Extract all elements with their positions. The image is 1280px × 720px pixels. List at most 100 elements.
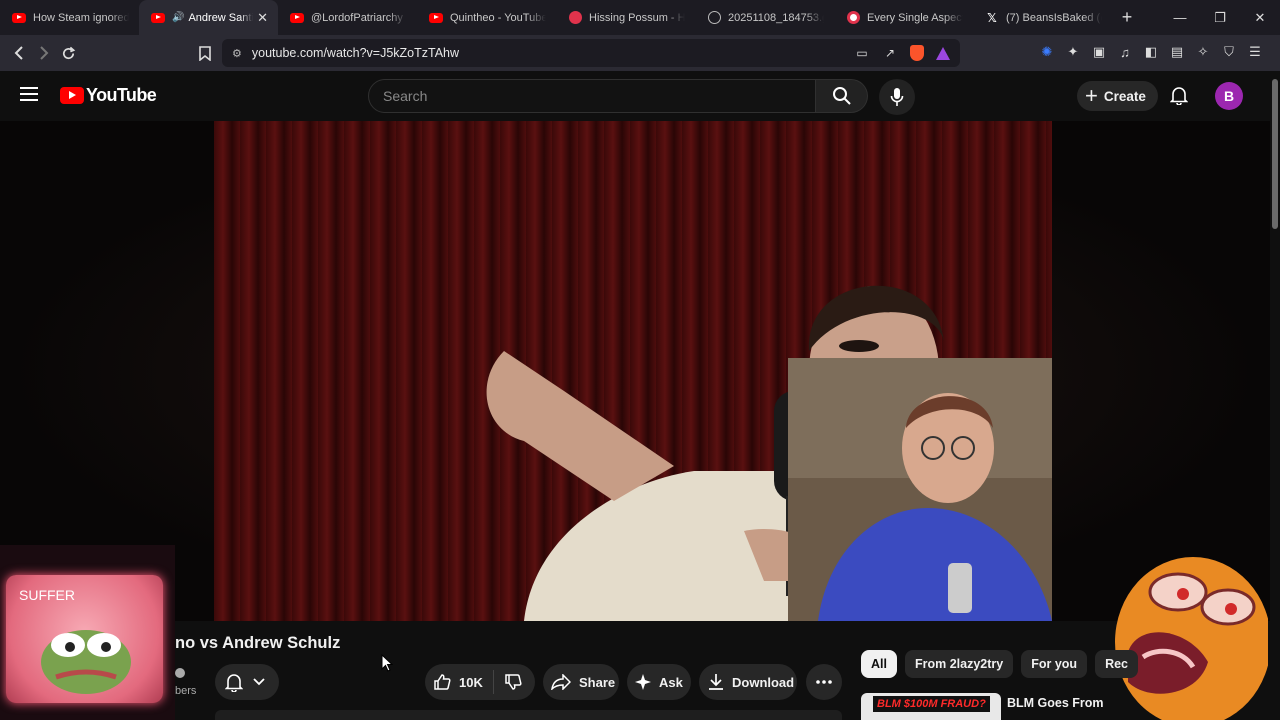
chip-from-channel[interactable]: From 2lazy2try bbox=[904, 650, 1014, 678]
logo-wordmark: YouTube bbox=[86, 85, 157, 105]
scrollbar-thumb[interactable] bbox=[1272, 79, 1278, 229]
browser-tab[interactable]: Hissing Possum - Hur bbox=[556, 0, 695, 35]
brave-rewards-icon[interactable] bbox=[936, 47, 950, 60]
reader-icon[interactable]: ▣ bbox=[1090, 43, 1108, 61]
extensions-icon[interactable]: ✦ bbox=[1064, 43, 1082, 61]
subscriber-count: bers bbox=[175, 685, 197, 697]
back-icon[interactable] bbox=[6, 39, 31, 67]
browser-tab[interactable]: Quintheo - YouTube bbox=[417, 0, 556, 35]
notifications-bell-icon[interactable] bbox=[1169, 85, 1189, 110]
share-page-icon[interactable]: ↗ bbox=[882, 45, 898, 61]
bell-icon bbox=[225, 674, 243, 692]
cast-icon[interactable]: ▭ bbox=[854, 45, 870, 61]
tab-label: How Steam ignored t bbox=[33, 11, 129, 24]
browser-tab[interactable]: 𝕏 (7) BeansIsBaked (@B bbox=[973, 0, 1112, 35]
media-icon[interactable]: ♫ bbox=[1116, 43, 1134, 61]
create-label: Create bbox=[1103, 88, 1146, 104]
search-button[interactable] bbox=[816, 79, 868, 113]
video-title: no vs Andrew Schulz bbox=[175, 634, 341, 652]
video-player[interactable] bbox=[0, 121, 1270, 621]
mouse-cursor-icon bbox=[381, 654, 393, 672]
reload-icon[interactable] bbox=[56, 39, 81, 67]
x-icon: 𝕏 bbox=[987, 10, 997, 25]
search-icon bbox=[832, 87, 851, 105]
wallet-icon[interactable]: ▤ bbox=[1168, 43, 1186, 61]
video-frame[interactable] bbox=[214, 121, 1052, 621]
url-text: youtube.com/watch?v=J5kZoTzTAhw bbox=[251, 46, 460, 60]
tab-label: (7) BeansIsBaked (@B bbox=[1006, 11, 1102, 24]
filter-chips: All From 2lazy2try For you Rec bbox=[861, 650, 1138, 678]
description-box[interactable] bbox=[215, 710, 842, 720]
chip-all[interactable]: All bbox=[861, 650, 897, 678]
chevron-down-icon bbox=[253, 678, 265, 686]
ask-label: Ask bbox=[659, 674, 683, 690]
more-actions-button[interactable] bbox=[806, 664, 842, 700]
chip-recent[interactable]: Rec bbox=[1095, 650, 1138, 678]
close-window-icon[interactable]: ✕ bbox=[1240, 0, 1280, 35]
globe-icon bbox=[707, 11, 721, 25]
bookmark-icon[interactable] bbox=[192, 39, 217, 67]
avatar[interactable]: B bbox=[1215, 82, 1243, 110]
tab-label: Every Single Aspect o bbox=[867, 11, 963, 24]
leo-ai-icon[interactable]: ✧ bbox=[1194, 43, 1212, 61]
microphone-icon bbox=[890, 88, 904, 106]
tab-label: Quintheo - YouTube bbox=[450, 11, 546, 24]
forward-icon[interactable] bbox=[31, 39, 56, 67]
youtube-logo[interactable]: YouTube bbox=[60, 85, 157, 106]
sidebar-icon[interactable]: ◧ bbox=[1142, 43, 1160, 61]
site-info-icon[interactable]: ⚙ bbox=[232, 47, 242, 60]
inset-video-image[interactable] bbox=[788, 358, 1052, 621]
menu-icon[interactable]: ☰ bbox=[1246, 43, 1264, 61]
browser-tab[interactable]: @LordofPatriarchy Fi bbox=[278, 0, 417, 35]
recommended-video-thumbnail[interactable]: BLM $100M FRAUD? bbox=[861, 693, 1001, 720]
create-button[interactable]: + Create bbox=[1077, 81, 1158, 111]
chip-for-you[interactable]: For you bbox=[1021, 650, 1088, 678]
hamburger-menu-icon[interactable] bbox=[20, 87, 38, 105]
recommended-video-title[interactable]: BLM Goes From Felony Lynching to $100M F… bbox=[1007, 695, 1107, 711]
like-button[interactable]: 10K bbox=[425, 670, 494, 694]
verified-badge-icon bbox=[175, 668, 185, 678]
like-dislike-group: 10K bbox=[425, 664, 535, 700]
youtube-favicon-icon bbox=[12, 11, 26, 25]
tab-close-icon[interactable]: ✕ bbox=[257, 10, 268, 26]
voice-search-button[interactable] bbox=[879, 79, 915, 115]
browser-tab-active[interactable]: 🔊 Andrew Santin ✕ bbox=[139, 0, 278, 35]
brave-shields-icon[interactable] bbox=[910, 45, 924, 61]
browser-tab[interactable]: 20251108_184753.gif bbox=[695, 0, 834, 35]
share-icon bbox=[551, 674, 571, 690]
window-controls: — ❐ ✕ bbox=[1160, 0, 1280, 35]
thumbs-down-icon bbox=[505, 674, 522, 690]
overlay-text: SUFFER bbox=[19, 587, 75, 603]
search-placeholder: Search bbox=[383, 88, 428, 104]
youtube-favicon-icon bbox=[290, 11, 304, 25]
vpn-shield-icon[interactable]: ⛉ bbox=[1220, 43, 1238, 61]
ask-button[interactable]: Ask bbox=[627, 664, 691, 700]
address-bar[interactable]: ⚙ youtube.com/watch?v=J5kZoTzTAhw ▭ ↗ bbox=[222, 39, 960, 67]
youtube-play-icon bbox=[60, 87, 84, 104]
thumbnail-text: BLM $100M FRAUD? bbox=[873, 696, 990, 712]
site-favicon-icon bbox=[568, 11, 582, 25]
minimize-icon[interactable]: — bbox=[1160, 0, 1200, 35]
more-horizontal-icon bbox=[816, 680, 832, 684]
tab-label: Andrew Santin bbox=[188, 11, 254, 24]
youtube-header: YouTube Search + Create B bbox=[0, 71, 1270, 121]
youtube-favicon-icon bbox=[429, 11, 443, 25]
thumbs-up-icon bbox=[434, 674, 451, 690]
pepe-overlay-image: SUFFER bbox=[0, 545, 175, 720]
download-button[interactable]: Download bbox=[699, 664, 797, 700]
search-input[interactable]: Search bbox=[368, 79, 816, 113]
browser-tab[interactable]: How Steam ignored t bbox=[0, 0, 139, 35]
new-tab-button[interactable]: + bbox=[1112, 7, 1142, 28]
dislike-button[interactable] bbox=[494, 673, 522, 691]
tab-label: Hissing Possum - Hur bbox=[589, 11, 685, 24]
download-label: Download bbox=[732, 674, 795, 690]
browser-tab[interactable]: Every Single Aspect o bbox=[834, 0, 973, 35]
page-scrollbar[interactable] bbox=[1270, 71, 1280, 720]
emoji-sticker-image bbox=[1115, 557, 1268, 720]
restore-icon[interactable]: ❐ bbox=[1200, 0, 1240, 35]
tab-label: 20251108_184753.gif bbox=[728, 11, 824, 24]
speaker-icon[interactable]: 🔊 bbox=[172, 12, 184, 23]
vpn-icon[interactable]: ✺ bbox=[1038, 43, 1056, 61]
subscription-bell-button[interactable] bbox=[215, 664, 279, 700]
share-button[interactable]: Share bbox=[543, 664, 619, 700]
